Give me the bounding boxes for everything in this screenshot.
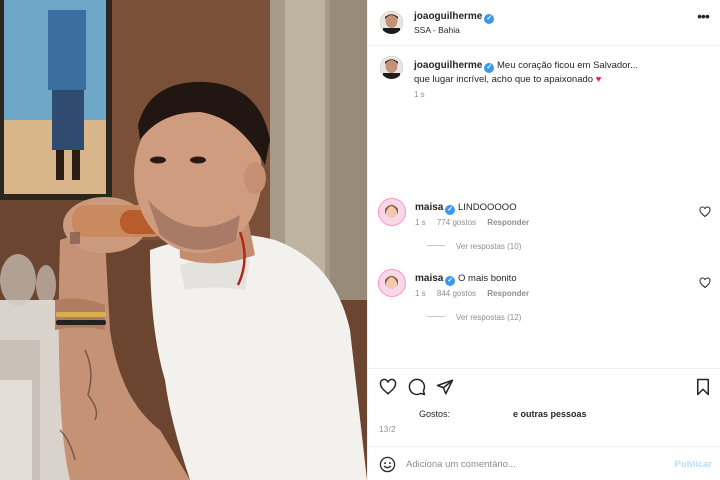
redacted-username — [452, 409, 511, 418]
post-date: 13/2 — [379, 425, 396, 434]
comment-item: maisa ✓ LINDOOOOO 1 s 774 gostos Responde… — [378, 198, 713, 258]
avatar-image — [380, 56, 403, 79]
likes-suffix[interactable]: e outras pessoas — [513, 409, 587, 419]
more-options-icon[interactable]: ••• — [695, 9, 711, 26]
post-details-panel: joaoguilherme ✓ SSA - Bahia ••• joaoguilh… — [367, 0, 720, 480]
view-replies-button[interactable]: Ver respostas (10) — [427, 242, 521, 251]
verified-badge-icon: ✓ — [484, 63, 495, 73]
comment-input[interactable] — [406, 455, 656, 473]
smiley-icon[interactable] — [379, 456, 396, 473]
author-avatar[interactable] — [380, 11, 403, 34]
avatar-image — [380, 11, 403, 34]
caption-line-2: que lugar incrível, acho que to apaixona… — [414, 74, 594, 85]
comment-text-line: maisa ✓ LINDOOOOO — [415, 202, 517, 215]
caption-text: joaoguilherme ✓ Meu coração ficou em Salv… — [414, 59, 704, 86]
comment-likes-count[interactable]: 844 gostos — [437, 289, 476, 298]
caption-line-1: Meu coração ficou em Salvador... — [497, 60, 638, 71]
caption-author-avatar[interactable] — [380, 56, 403, 79]
reply-button[interactable]: Responder — [487, 218, 529, 227]
author-username-text[interactable]: joaoguilherme — [414, 11, 482, 22]
bookmark-icon[interactable] — [694, 378, 712, 396]
paper-plane-icon[interactable] — [436, 378, 454, 396]
commenter-username[interactable]: maisa — [415, 273, 443, 284]
caption-timestamp: 1 s — [414, 90, 425, 99]
comment-heart-icon[interactable] — [699, 206, 711, 218]
likes-prefix: Gostos: — [419, 409, 453, 419]
comment-text: O mais bonito — [458, 273, 517, 284]
comment-heart-icon[interactable] — [699, 277, 711, 289]
comment-item: maisa ✓ O mais bonito 1 s 844 gostos Resp… — [378, 269, 713, 329]
heart-icon[interactable] — [379, 378, 397, 396]
avatar-image — [379, 270, 404, 295]
post-location[interactable]: SSA - Bahia — [414, 25, 460, 35]
comment-meta: 1 s 774 gostos Responder — [415, 218, 538, 227]
commenter-avatar[interactable] — [378, 198, 406, 226]
heart-emoji-icon: ♥ — [595, 74, 602, 85]
author-username[interactable]: joaoguilherme ✓ — [414, 11, 495, 24]
comment-likes-count[interactable]: 774 gostos — [437, 218, 476, 227]
likes-summary[interactable]: Gostos: e outras pessoas — [419, 409, 587, 419]
commenter-username[interactable]: maisa — [415, 202, 443, 213]
view-replies-button[interactable]: Ver respostas (12) — [427, 313, 521, 322]
comment-text-line: maisa ✓ O mais bonito — [415, 273, 517, 286]
post-header: joaoguilherme ✓ SSA - Bahia ••• — [368, 0, 720, 46]
comment-bubble-icon[interactable] — [408, 378, 426, 396]
comment-meta: 1 s 844 gostos Responder — [415, 289, 538, 298]
verified-badge-icon: ✓ — [445, 205, 456, 215]
publish-button[interactable]: Publicar — [675, 459, 713, 470]
comment-text: LINDOOOOO — [458, 202, 517, 213]
add-comment-bar: Publicar — [368, 446, 720, 480]
commenter-avatar[interactable] — [378, 269, 406, 297]
post-action-bar — [368, 368, 720, 404]
verified-badge-icon: ✓ — [484, 14, 495, 24]
comment-timestamp: 1 s — [415, 289, 426, 298]
post-photo — [0, 0, 367, 480]
reply-button[interactable]: Responder — [487, 289, 529, 298]
post-photo-illustration — [0, 0, 367, 480]
verified-badge-icon: ✓ — [445, 276, 456, 286]
avatar-image — [379, 199, 404, 224]
caption-username[interactable]: joaoguilherme — [414, 60, 482, 71]
comment-timestamp: 1 s — [415, 218, 426, 227]
